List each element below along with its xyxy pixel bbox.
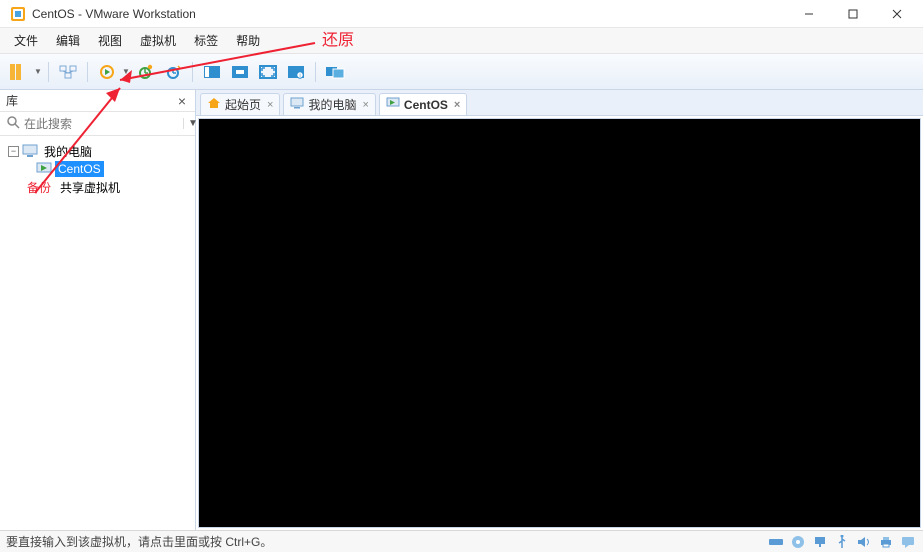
window-title: CentOS - VMware Workstation [32,7,196,21]
tab-mycomputer-label: 我的电脑 [308,96,356,113]
console-icon[interactable] [199,59,225,85]
menu-file[interactable]: 文件 [6,28,46,53]
status-cd-icon[interactable] [789,534,807,550]
tree-collapse-icon[interactable]: − [8,146,19,157]
library-search-row: ▼ [0,112,195,136]
menu-vm[interactable]: 虚拟机 [132,28,184,53]
multi-monitor-icon[interactable] [322,59,348,85]
tree-item-centos-label: CentOS [55,161,104,177]
status-device-icons [767,534,917,550]
fullscreen-guest-icon[interactable] [227,59,253,85]
tree-item-shared[interactable]: 备份 共享虚拟机 [4,178,191,196]
seamless-icon[interactable] [255,59,281,85]
snapshot-revert-icon[interactable] [160,59,186,85]
library-sidebar: 库 × ▼ − 我的电脑 CentOS 备份 共享虚拟机 [0,90,196,530]
maximize-button[interactable] [831,0,875,28]
computer-icon [22,143,38,159]
library-dropdown-icon[interactable]: ▼ [34,67,42,76]
toolbar: ▼ ▼ i [0,54,923,90]
vm-console-viewport[interactable] [198,118,921,528]
menubar: 文件 编辑 视图 虚拟机 标签 帮助 [0,28,923,54]
tab-mycomputer-close-icon[interactable]: × [362,99,368,111]
power-dropdown-icon[interactable]: ▼ [122,67,130,76]
power-on-icon[interactable] [94,59,120,85]
tab-home[interactable]: 起始页 × [200,93,280,115]
tab-home-label: 起始页 [225,96,261,113]
menu-view[interactable]: 视图 [90,28,130,53]
status-usb-icon[interactable] [833,534,851,550]
search-icon [6,115,20,132]
tab-home-close-icon[interactable]: × [267,99,273,111]
tab-centos-close-icon[interactable]: × [454,99,460,111]
library-search-input[interactable] [24,117,179,131]
statusbar: 要直接输入到该虚拟机，请点击里面或按 Ctrl+G。 [0,530,923,552]
vm-running-icon [386,97,400,112]
status-hdd-icon[interactable] [767,534,785,550]
vm-running-icon [36,161,52,177]
search-dropdown-icon[interactable]: ▼ [183,118,197,129]
tree-root-label: 我的电脑 [41,142,95,161]
main-area: 起始页 × 我的电脑 × CentOS × [196,90,923,530]
home-icon [207,97,221,112]
tree-item-shared-label: 共享虚拟机 [57,178,123,197]
library-tree: − 我的电脑 CentOS 备份 共享虚拟机 [0,136,195,530]
library-close-icon[interactable]: × [175,93,189,109]
app-icon [10,6,26,22]
status-message: 要直接输入到该虚拟机，请点击里面或按 Ctrl+G。 [6,533,272,550]
tab-centos[interactable]: CentOS × [379,93,467,115]
menu-help[interactable]: 帮助 [228,28,268,53]
status-sound-icon[interactable] [855,534,873,550]
library-title: 库 [6,92,175,109]
tabstrip: 起始页 × 我的电脑 × CentOS × [196,90,923,116]
tree-item-centos[interactable]: CentOS [4,160,191,178]
annotation-backup: 备份 [24,178,54,197]
close-button[interactable] [875,0,919,28]
svg-text:i: i [299,73,300,79]
menu-edit[interactable]: 编辑 [48,28,88,53]
guest-info-icon[interactable]: i [283,59,309,85]
tree-root-mycomputer[interactable]: − 我的电脑 [4,142,191,160]
library-header: 库 × [0,90,195,112]
status-message-icon[interactable] [899,534,917,550]
minimize-button[interactable] [787,0,831,28]
tab-mycomputer[interactable]: 我的电脑 × [283,93,375,115]
snapshot-take-icon[interactable] [132,59,158,85]
library-pane-icon[interactable] [6,59,32,85]
connections-icon[interactable] [55,59,81,85]
titlebar: CentOS - VMware Workstation [0,0,923,28]
status-printer-icon[interactable] [877,534,895,550]
tab-centos-label: CentOS [404,98,448,112]
status-network-icon[interactable] [811,534,829,550]
menu-tabs[interactable]: 标签 [186,28,226,53]
computer-icon [290,97,304,112]
